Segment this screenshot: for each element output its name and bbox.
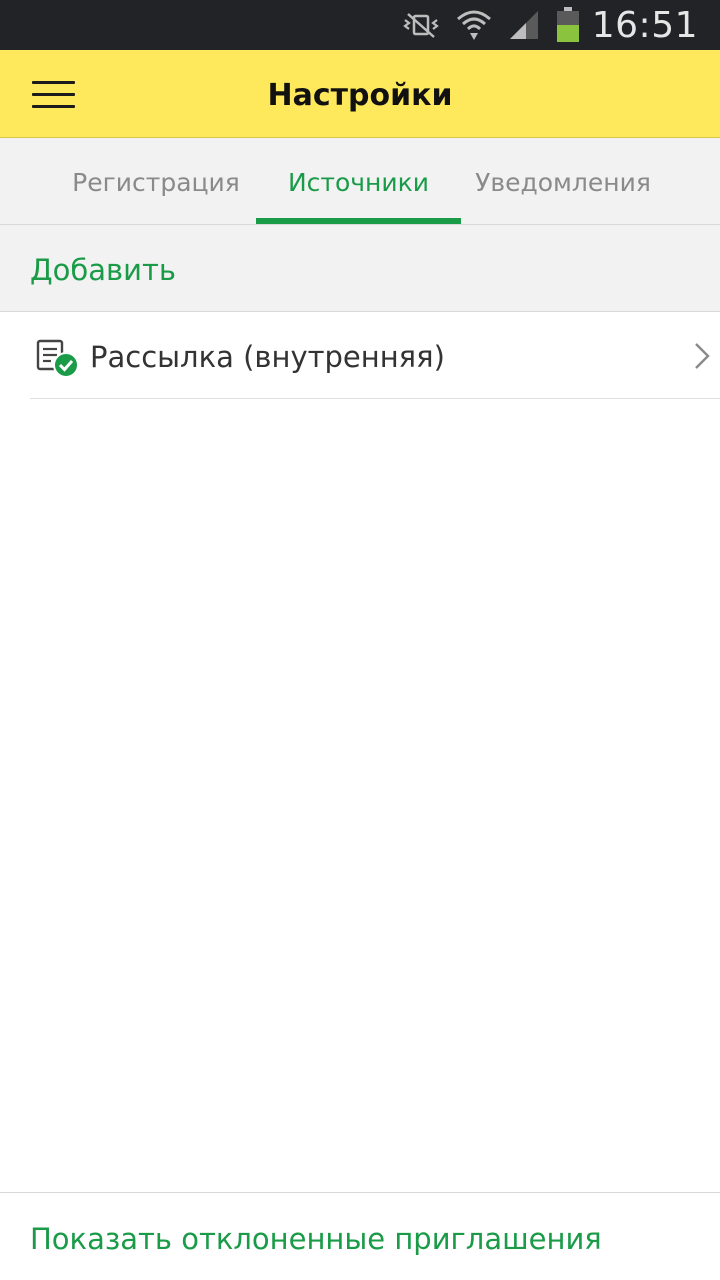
tab-notifications[interactable]: Уведомления [461, 138, 665, 225]
list-item[interactable]: Рассылка (внутренняя) [30, 312, 720, 399]
tab-registration[interactable]: Регистрация [56, 138, 256, 225]
vibrate-mute-icon [402, 10, 440, 40]
chevron-right-icon [694, 342, 710, 370]
app-bar: Настройки [0, 50, 720, 138]
wifi-icon [456, 7, 492, 43]
tab-bar: Регистрация Источники Уведомления [0, 138, 720, 225]
battery-icon [556, 7, 580, 43]
add-button[interactable]: Добавить [30, 225, 176, 312]
tab-sources[interactable]: Источники [256, 138, 461, 225]
active-tab-indicator [256, 218, 461, 224]
page-title: Настройки [267, 78, 453, 113]
status-time: 16:51 [591, 4, 698, 46]
signal-icon [508, 9, 540, 41]
show-declined-invitations-button[interactable]: Показать отклоненные приглашения [30, 1193, 602, 1280]
footer: Показать отклоненные приглашения [0, 1192, 720, 1280]
document-check-icon [36, 339, 80, 379]
status-bar: 16:51 [0, 0, 720, 50]
add-row: Добавить [0, 225, 720, 312]
list-item-label: Рассылка (внутренняя) [90, 340, 445, 374]
